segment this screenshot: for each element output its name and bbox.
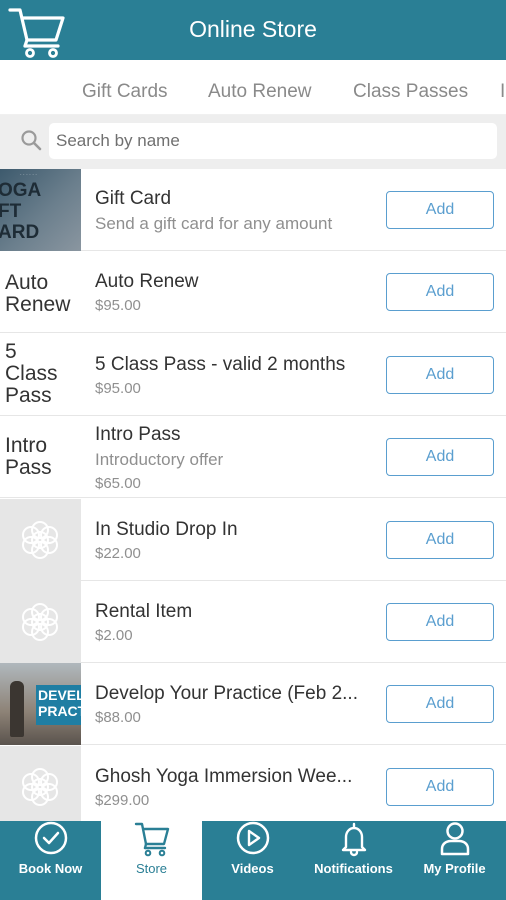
add-button[interactable]: Add	[386, 191, 494, 229]
bottom-nav: Book Now Store Videos Notifications My P…	[0, 821, 506, 900]
list-item[interactable]: · · · · · · OGA FT ARD Gift Card Send a gi…	[0, 169, 506, 251]
add-button[interactable]: Add	[386, 273, 494, 311]
user-icon	[440, 822, 470, 856]
product-name: Develop Your Practice (Feb 2...	[95, 683, 358, 704]
product-price: $299.00	[95, 792, 150, 809]
product-price: $65.00	[95, 475, 141, 492]
nav-label: Videos	[231, 861, 274, 876]
product-name: Auto Renew	[95, 271, 199, 292]
nav-store[interactable]: Store	[101, 821, 202, 900]
product-thumbnail: Intro Pass	[0, 416, 81, 498]
nav-label: Book Now	[18, 861, 83, 876]
bell-icon	[341, 822, 367, 857]
nav-label: Notifications	[314, 861, 393, 876]
lotus-placeholder-icon	[22, 768, 58, 806]
list-item[interactable]: Rental Item $2.00 Add	[0, 581, 506, 663]
thumbnail-label: Intro Pass	[5, 434, 52, 479]
list-item[interactable]: In Studio Drop In $22.00 Add	[0, 499, 506, 581]
nav-label: Store	[135, 861, 168, 876]
thumbnail-label: 5 Class Pass	[5, 340, 58, 407]
list-item[interactable]: Auto Renew Auto Renew $95.00 Add	[0, 251, 506, 333]
add-button[interactable]: Add	[386, 685, 494, 723]
add-button[interactable]: Add	[386, 438, 494, 476]
search-icon	[21, 130, 42, 151]
nav-label: My Profile	[423, 861, 486, 876]
product-subtitle: Introductory offer	[95, 450, 224, 469]
list-item[interactable]: Ghosh Yoga Immersion Wee... $299.00 Add	[0, 746, 506, 821]
shopping-cart-icon	[134, 822, 170, 857]
product-thumbnail: 5 Class Pass	[0, 334, 81, 416]
product-price: $95.00	[95, 297, 141, 314]
product-name: Gift Card	[95, 188, 172, 209]
product-name: Ghosh Yoga Immersion Wee...	[95, 766, 353, 787]
list-item[interactable]: DEVELPRACT Develop Your Practice (Feb 2.…	[0, 663, 506, 745]
product-thumbnail	[0, 499, 81, 581]
product-list: · · · · · · OGA FT ARD Gift Card Send a gi…	[0, 169, 506, 821]
search-input[interactable]	[49, 123, 497, 159]
tab-auto-renew[interactable]: Auto Renew	[208, 81, 312, 103]
product-thumbnail	[0, 581, 81, 663]
product-name: Rental Item	[95, 601, 193, 622]
list-item[interactable]: 5 Class Pass 5 Class Pass - valid 2 mont…	[0, 334, 506, 416]
nav-book-now[interactable]: Book Now	[0, 821, 101, 900]
product-name: Intro Pass	[95, 424, 181, 445]
add-button[interactable]: Add	[386, 603, 494, 641]
check-circle-icon	[34, 821, 68, 855]
product-name: In Studio Drop In	[95, 519, 238, 540]
page-title: Online Store	[189, 16, 317, 42]
add-button[interactable]: Add	[386, 356, 494, 394]
tab-class-passes[interactable]: Class Passes	[353, 81, 468, 103]
search-bar	[0, 115, 506, 169]
product-price: $88.00	[95, 709, 141, 726]
tab-gift-cards[interactable]: Gift Cards	[82, 81, 168, 103]
product-price: $22.00	[95, 545, 141, 562]
product-thumbnail: DEVELPRACT	[0, 663, 81, 745]
add-button[interactable]: Add	[386, 768, 494, 806]
nav-videos[interactable]: Videos	[202, 821, 303, 900]
category-tabs: Gift Cards Auto Renew Class Passes I	[0, 60, 506, 115]
add-button[interactable]: Add	[386, 521, 494, 559]
nav-notifications[interactable]: Notifications	[303, 821, 404, 900]
product-price: $95.00	[95, 380, 141, 397]
tab-more[interactable]: I	[500, 81, 505, 103]
thumbnail-badge-art: DEVELPRACT	[38, 687, 81, 719]
product-subtitle: Send a gift card for any amount	[95, 214, 333, 233]
nav-my-profile[interactable]: My Profile	[404, 821, 505, 900]
thumbnail-label: Auto Renew	[5, 271, 71, 316]
product-thumbnail	[0, 746, 81, 821]
lotus-placeholder-icon	[22, 521, 58, 559]
lotus-placeholder-icon	[22, 603, 58, 641]
list-item[interactable]: Intro Pass Intro Pass Introductory offer…	[0, 416, 506, 498]
gift-card-thumbnail: · · · · · · OGA FT ARD	[0, 169, 81, 251]
product-price: $2.00	[95, 627, 133, 644]
play-circle-icon	[236, 821, 270, 855]
product-thumbnail: Auto Renew	[0, 251, 81, 333]
person-figure	[10, 681, 24, 737]
product-name: 5 Class Pass - valid 2 months	[95, 354, 346, 375]
gift-card-thumbnail-art: OGA FT ARD	[0, 180, 42, 243]
app-header: Online Store	[0, 0, 506, 60]
